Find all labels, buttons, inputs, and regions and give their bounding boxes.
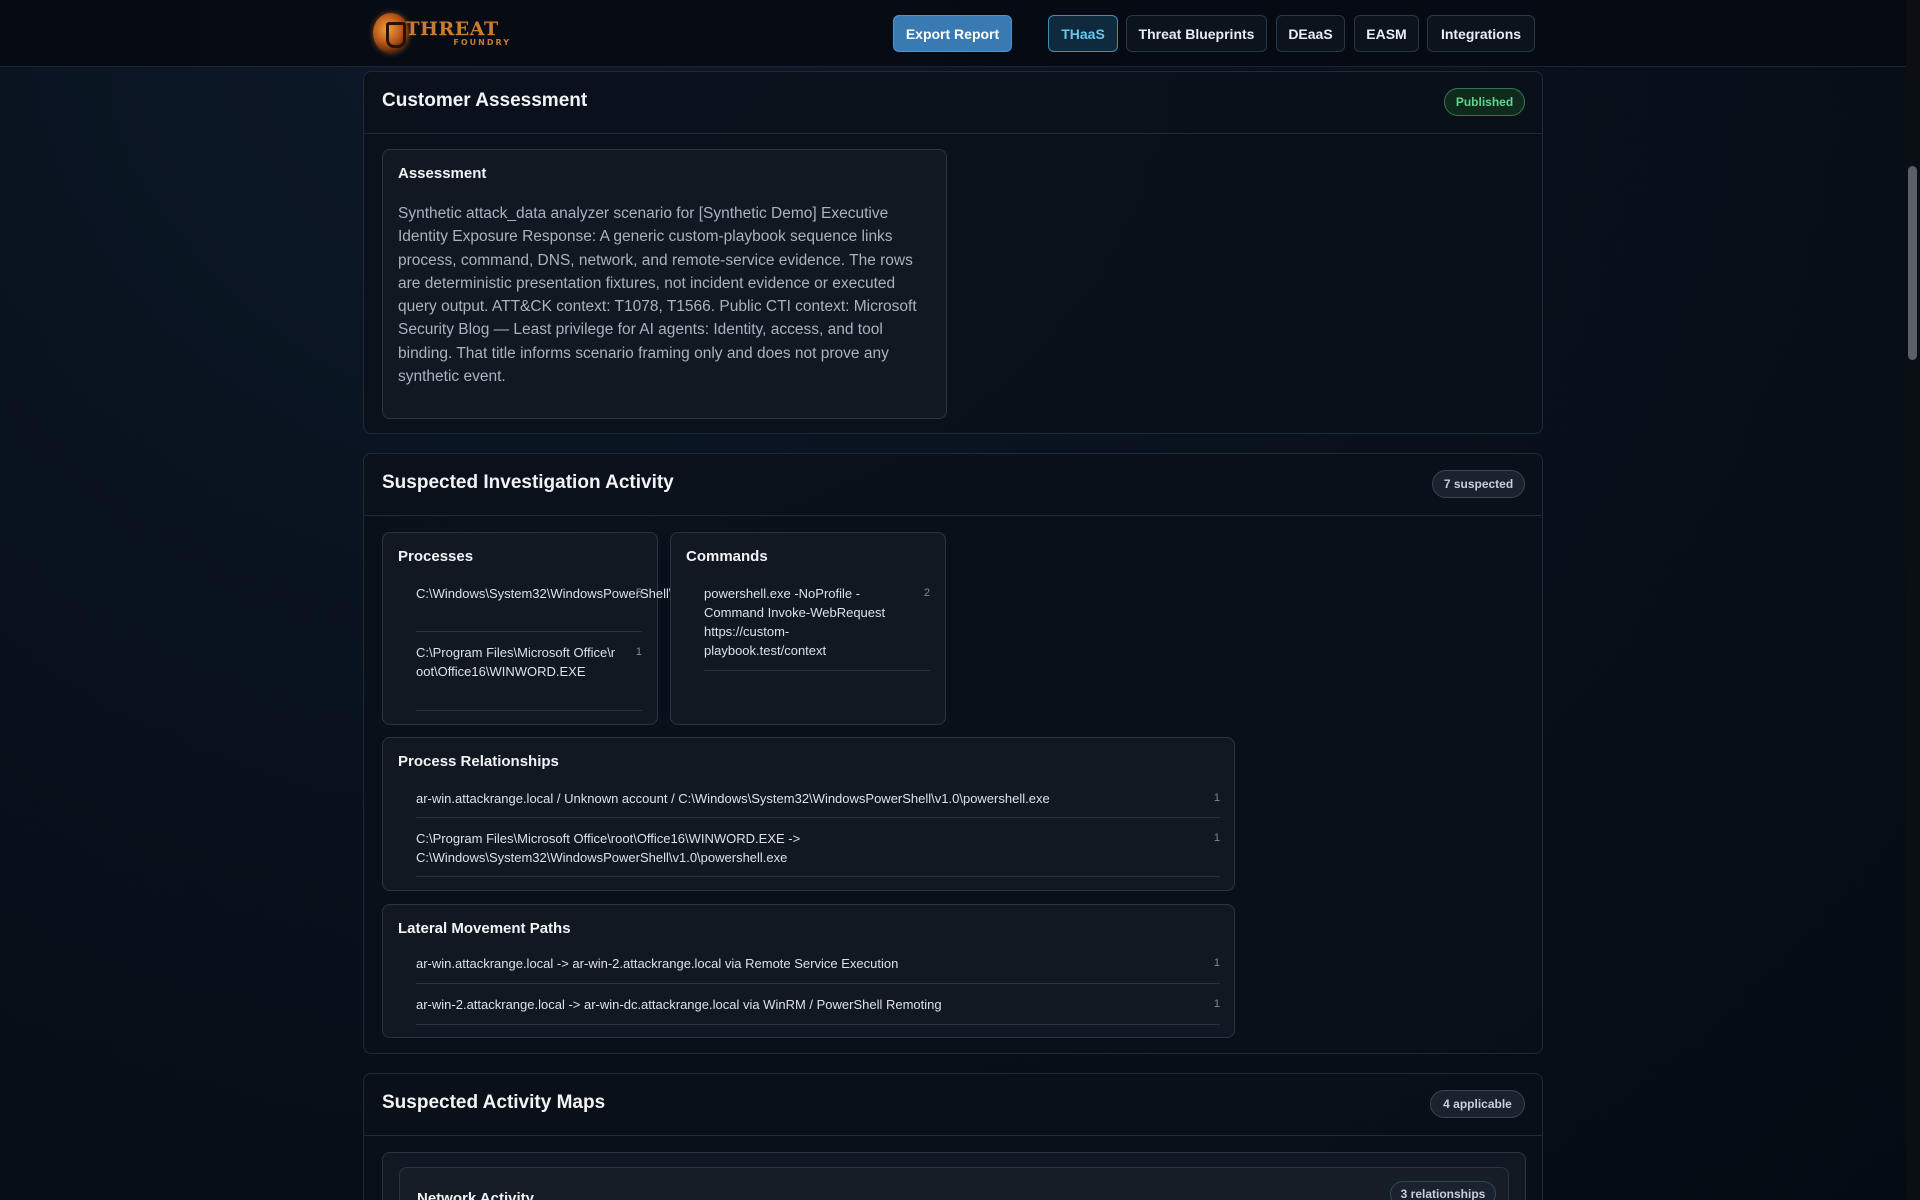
item-count: 1 <box>1213 957 1220 969</box>
list-item[interactable]: C:\Windows\System32\WindowsPowerShell\v1… <box>416 584 788 632</box>
threat-foundry-logo[interactable]: THREAT FOUNDRY <box>373 12 511 54</box>
logo-line-1: THREAT <box>405 17 499 40</box>
suspected-count-badge: 7 suspected <box>1432 470 1525 498</box>
processes-card: Processes C:\Windows\System32\WindowsPow… <box>382 532 788 725</box>
export-report-button[interactable]: Export Report <box>893 15 1012 52</box>
nav-deaas[interactable]: DEaaS <box>1276 15 1345 52</box>
logo-line-2: FOUNDRY <box>453 37 511 47</box>
item-text: ar-win-2.attackrange.local -> ar-win-dc.… <box>416 997 942 1012</box>
panel-header: Customer Assessment Published <box>364 72 1542 134</box>
network-activity-card: Network Activity 3 relationships <box>382 1152 1526 1200</box>
logo-wordmark: THREAT FOUNDRY <box>405 17 511 47</box>
list-item[interactable]: C:\Program Files\Microsoft Office\root\O… <box>416 829 1220 877</box>
suspected-investigation-panel: Suspected Investigation Activity 7 suspe… <box>363 453 1543 1054</box>
card-title: Lateral Movement Paths <box>398 920 571 937</box>
card-title: Commands <box>686 548 768 565</box>
item-text: ar-win.attackrange.local -> ar-win-2.att… <box>416 956 899 971</box>
item-text: ar-win.attackrange.local / Unknown accou… <box>416 791 1050 806</box>
panel-header: Suspected Activity Maps 4 applicable <box>364 1074 1542 1136</box>
item-count: 2 <box>923 587 930 599</box>
customer-assessment-panel: Customer Assessment Published Assessment… <box>363 71 1543 434</box>
foundry-helmet-icon <box>373 13 410 53</box>
list-item[interactable]: ar-win.attackrange.local -> ar-win-2.att… <box>416 954 1220 984</box>
list-item[interactable]: C:\Program Files\Microsoft Office\root\O… <box>416 643 642 711</box>
item-count: 1 <box>1213 792 1220 804</box>
item-count: 1 <box>635 646 642 658</box>
list-item[interactable]: powershell.exe -NoProfile -Command Invok… <box>704 584 930 671</box>
panel-header: Suspected Investigation Activity 7 suspe… <box>364 454 1542 516</box>
process-relationships-card: Process Relationships ar-win.attackrange… <box>382 737 1235 891</box>
network-activity-title: Network Activity <box>417 1190 534 1200</box>
item-text: powershell.exe -NoProfile -Command Invok… <box>704 586 886 658</box>
lateral-movement-card: Lateral Movement Paths ar-win.attackrang… <box>382 904 1235 1038</box>
top-navigation-bar: THREAT FOUNDRY Export Report THaaS Threa… <box>0 0 1906 67</box>
card-title: Process Relationships <box>398 753 559 770</box>
item-count: 1 <box>1213 832 1220 844</box>
nav-threat-blueprints[interactable]: Threat Blueprints <box>1126 15 1267 52</box>
applicable-count-badge: 4 applicable <box>1430 1090 1525 1118</box>
suspected-activity-maps-panel: Suspected Activity Maps 4 applicable Net… <box>363 1073 1543 1200</box>
item-count: 1 <box>1213 998 1220 1010</box>
item-text: C:\Program Files\Microsoft Office\root\O… <box>416 645 616 679</box>
panel-title: Suspected Activity Maps <box>382 1092 606 1113</box>
item-count: 5 <box>635 587 642 599</box>
network-activity-header[interactable]: Network Activity 3 relationships <box>399 1167 1509 1200</box>
nav-thaas[interactable]: THaaS <box>1048 15 1118 52</box>
assessment-card: Assessment Synthetic attack_data analyze… <box>382 149 947 419</box>
commands-card: Commands powershell.exe -NoProfile -Comm… <box>670 532 946 725</box>
nav-integrations[interactable]: Integrations <box>1427 15 1535 52</box>
assessment-text: Synthetic attack_data analyzer scenario … <box>398 205 917 386</box>
card-title: Assessment <box>398 165 487 182</box>
list-item[interactable]: ar-win-2.attackrange.local -> ar-win-dc.… <box>416 995 1220 1025</box>
item-text: C:\Program Files\Microsoft Office\root\O… <box>416 831 801 865</box>
page-scrollbar-thumb[interactable] <box>1908 166 1917 360</box>
item-text: C:\Windows\System32\WindowsPowerShell\v1… <box>416 586 788 601</box>
list-item[interactable]: ar-win.attackrange.local / Unknown accou… <box>416 789 1220 818</box>
panel-title: Customer Assessment <box>382 90 588 111</box>
nav-easm[interactable]: EASM <box>1354 15 1419 52</box>
published-status-badge: Published <box>1444 88 1525 116</box>
panel-title: Suspected Investigation Activity <box>382 472 674 493</box>
card-title: Processes <box>398 548 474 565</box>
relationships-count-badge: 3 relationships <box>1390 1181 1496 1200</box>
